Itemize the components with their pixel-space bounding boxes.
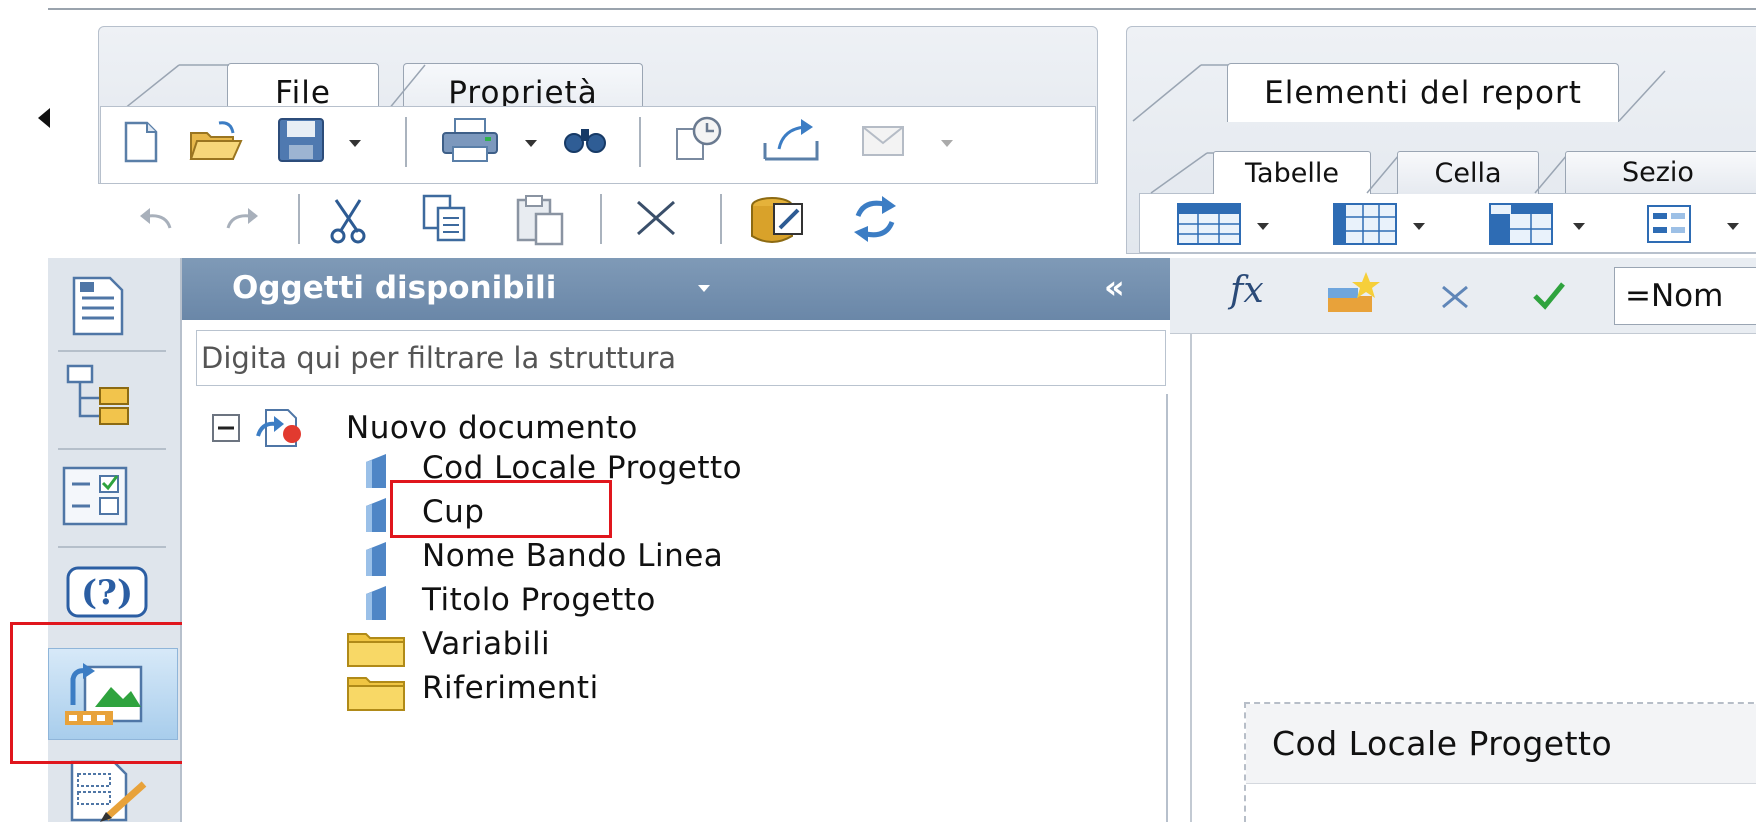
tree-folder-riferimenti[interactable]: Riferimenti: [422, 670, 599, 706]
redo-icon[interactable]: [222, 208, 262, 232]
table-dropdown-arrow[interactable]: [1257, 223, 1269, 230]
separator: [298, 194, 300, 244]
strip-divider: [58, 448, 166, 450]
save-icon[interactable]: [277, 117, 325, 163]
top-divider: [48, 8, 1756, 10]
available-objects-header: Oggetti disponibili «: [182, 258, 1170, 320]
subtab-cell-label: Cella: [1434, 157, 1502, 189]
new-document-icon[interactable]: [123, 121, 159, 163]
structure-filter-input[interactable]: [196, 330, 1166, 386]
subtab-tables-label: Tabelle: [1245, 157, 1339, 189]
separator: [720, 194, 722, 244]
undo-icon[interactable]: [136, 208, 176, 232]
strip-divider: [58, 546, 166, 548]
table-dropdown-arrow[interactable]: [1413, 223, 1425, 230]
table-dropdown-arrow[interactable]: [1573, 223, 1585, 230]
separator: [639, 117, 641, 167]
tree-item-nome-bando-linea[interactable]: Nome Bando Linea: [422, 538, 723, 574]
report-header-cell-label: Cod Locale Progetto: [1272, 724, 1613, 763]
find-icon[interactable]: [563, 121, 607, 157]
document-root-icon: [256, 409, 301, 447]
email-dropdown-arrow[interactable]: [941, 140, 953, 147]
cancel-formula-icon[interactable]: [1440, 284, 1470, 310]
right-ribbon: Elementi del report Tabelle Cella Sezio: [1126, 26, 1756, 254]
tree-root-label[interactable]: Nuovo documento: [346, 410, 638, 446]
dimension-icon: [366, 586, 386, 620]
report-header-cell[interactable]: Cod Locale Progetto: [1246, 704, 1756, 784]
highlight-cup: [390, 480, 612, 538]
tree-item-titolo-progetto[interactable]: Titolo Progetto: [422, 582, 656, 618]
subtab-cell[interactable]: Cella: [1397, 151, 1539, 194]
delete-icon[interactable]: [634, 198, 678, 238]
svg-text:(?): (?): [81, 573, 133, 613]
validate-formula-icon[interactable]: [1532, 280, 1566, 310]
horizontal-table-icon[interactable]: [1177, 203, 1241, 245]
folder-icon: [347, 633, 405, 667]
print-dropdown-arrow[interactable]: [525, 140, 537, 147]
refresh-icon[interactable]: [850, 196, 900, 242]
copy-icon[interactable]: [422, 194, 468, 244]
subtab-section[interactable]: Sezio: [1565, 151, 1756, 193]
panel-title-dropdown-arrow[interactable]: [698, 285, 710, 292]
subtab-section-label: Sezio: [1622, 157, 1694, 188]
tree-folder-variabili[interactable]: Variabili: [422, 626, 550, 662]
strip-divider: [58, 350, 166, 352]
input-controls-icon[interactable]: [62, 466, 128, 526]
print-icon[interactable]: [441, 117, 499, 163]
cut-icon[interactable]: [328, 196, 368, 244]
vertical-table-icon[interactable]: [1333, 203, 1397, 245]
separator: [405, 117, 407, 167]
paste-icon[interactable]: [516, 194, 566, 246]
panel-title: Oggetti disponibili: [232, 270, 557, 306]
table-dropdown-arrow[interactable]: [1727, 223, 1739, 230]
data-edit-icon[interactable]: [750, 192, 806, 246]
help-icon[interactable]: (?): [66, 566, 148, 618]
crosstab-icon[interactable]: [1489, 203, 1553, 245]
subtab-tables[interactable]: Tabelle: [1213, 151, 1371, 194]
dimension-icon: [366, 542, 386, 576]
dimension-icon: [366, 498, 386, 532]
document-structure-icon[interactable]: [66, 364, 130, 430]
dimension-icon: [366, 454, 386, 488]
report-map-icon[interactable]: [70, 760, 152, 822]
collapse-toggle-icon[interactable]: [212, 414, 240, 442]
file-toolbar: [100, 106, 1096, 184]
object-tree: Nuovo documento Cod Locale Progetto Cup …: [182, 394, 1168, 822]
save-dropdown-arrow[interactable]: [349, 140, 361, 147]
formula-input[interactable]: [1614, 267, 1756, 325]
schedule-icon[interactable]: [671, 115, 725, 163]
document-summary-icon[interactable]: [72, 276, 124, 336]
open-folder-icon[interactable]: [189, 119, 243, 163]
tab-report-elements[interactable]: Elementi del report: [1227, 63, 1619, 122]
create-variable-icon[interactable]: [1326, 272, 1380, 316]
separator: [600, 194, 602, 244]
form-icon[interactable]: [1647, 205, 1691, 243]
splitter-arrow-icon[interactable]: [38, 108, 50, 128]
folder-icon: [347, 677, 405, 711]
export-icon[interactable]: [761, 115, 823, 163]
edit-toolbar: [98, 184, 1098, 256]
tab-slope-next: [1618, 70, 1666, 122]
collapse-panel-button[interactable]: «: [1104, 268, 1125, 306]
email-icon[interactable]: [861, 125, 905, 157]
formula-editor-button[interactable]: fx: [1230, 270, 1264, 311]
tab-report-elements-label: Elementi del report: [1264, 75, 1582, 111]
